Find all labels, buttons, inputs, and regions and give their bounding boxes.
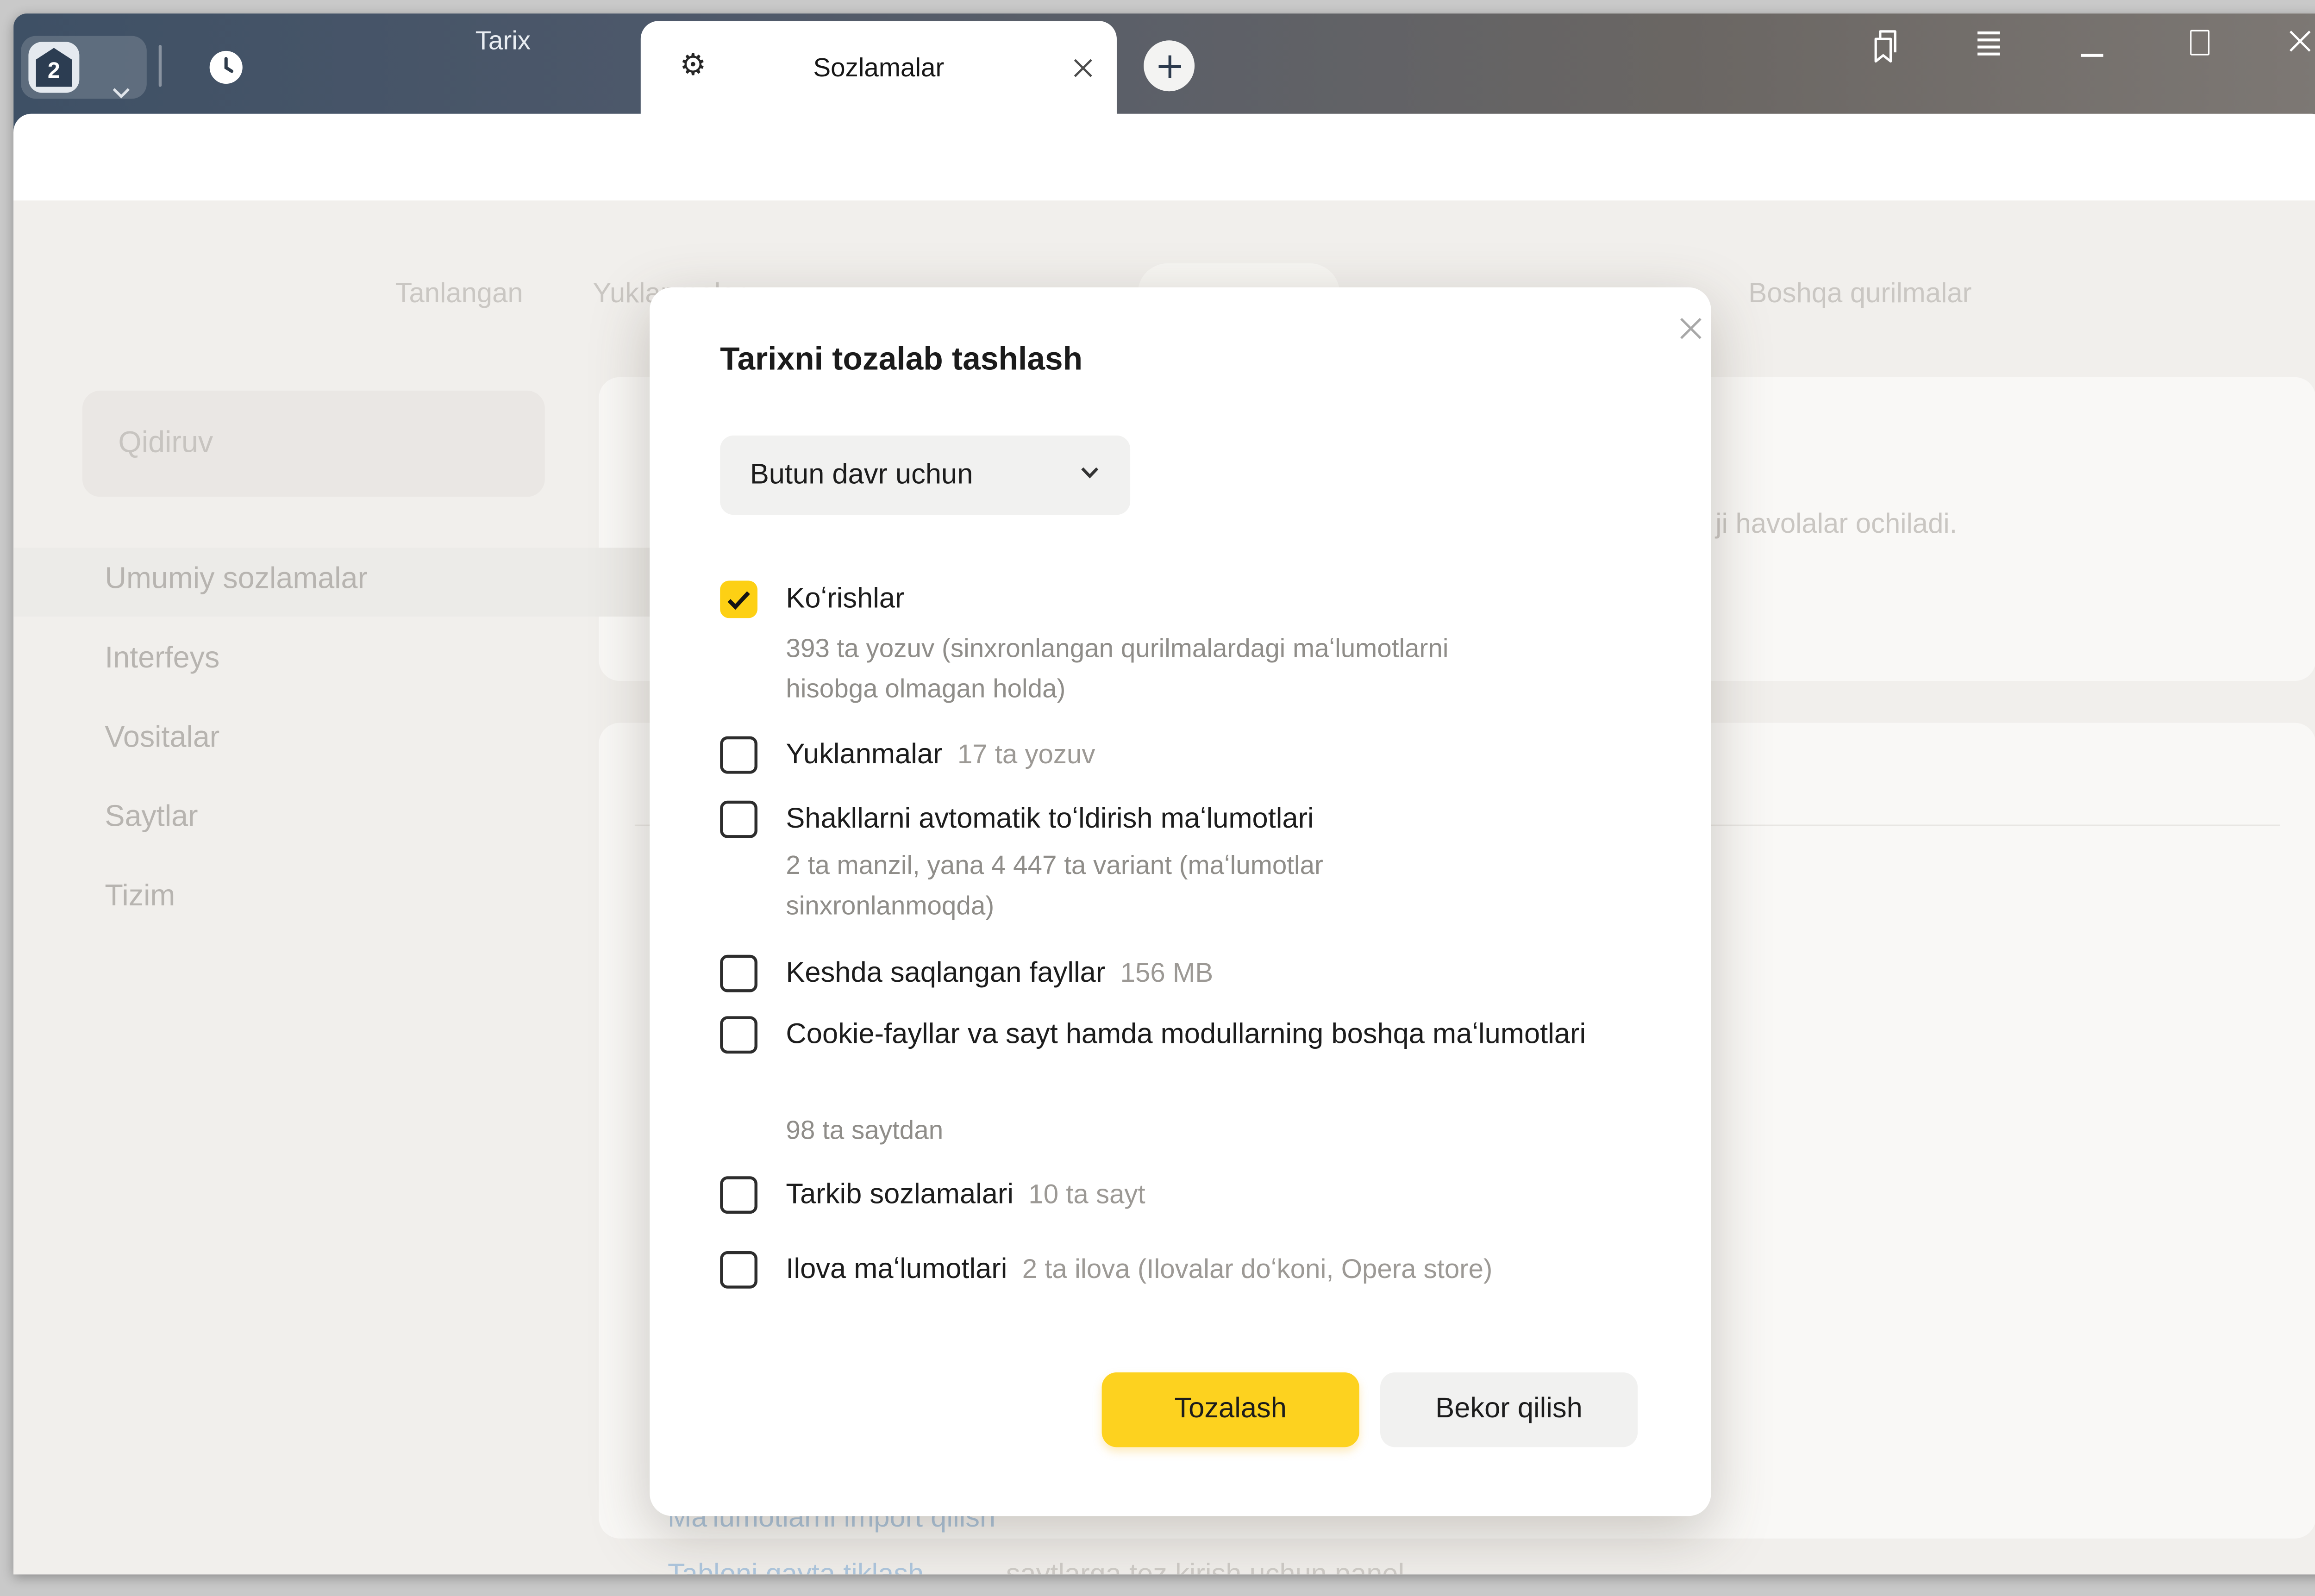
plus-icon — [1157, 53, 1182, 79]
checkbox-count: 156 MB — [1120, 958, 1214, 988]
checkbox-subtext: 393 ta yozuv (sinxronlangan qurilmalarda… — [786, 629, 1489, 710]
new-tab-button[interactable] — [1144, 40, 1195, 91]
window-close-button[interactable] — [2287, 28, 2313, 54]
search-input[interactable] — [82, 391, 545, 497]
checkbox-count: 10 ta sayt — [1028, 1179, 1145, 1209]
settings-search — [82, 391, 545, 497]
profile-button[interactable]: 2 — [21, 36, 147, 99]
checkbox-unchecked[interactable] — [720, 1016, 757, 1054]
checkbox-count: 17 ta yozuv — [957, 739, 1095, 769]
checkbox-unchecked[interactable] — [720, 801, 757, 838]
clear-history-dialog: Tarixni tozalab tashlash Butun davr uchu… — [650, 287, 1711, 1516]
checkbox-subtext: 98 ta saytdan — [786, 1110, 943, 1151]
checkbox-label: Yuklanmalar17 ta yozuv — [786, 736, 1095, 774]
checkmark-icon — [726, 589, 751, 610]
sidebar-item-umumiy[interactable]: Umumiy sozlamalar — [105, 563, 368, 597]
restore-tableau-link[interactable]: Tabloni qayta tiklash — [668, 1559, 924, 1574]
checkbox-row-kesh[interactable]: Keshda saqlangan fayllar156 MB — [720, 955, 1213, 992]
checkbox-checked[interactable] — [720, 580, 757, 618]
checkbox-label: Keshda saqlangan fayllar156 MB — [786, 955, 1213, 992]
checkbox-label: Ilova maʻlumotlari2 ta ilova (Ilovalar d… — [786, 1251, 1492, 1289]
clock-icon — [206, 48, 245, 87]
menu-icon[interactable] — [1975, 30, 2003, 57]
checkbox-row-korishlar[interactable]: Koʻrishlar — [720, 580, 904, 618]
checkbox-row-yuklanmalar[interactable]: Yuklanmalar17 ta yozuv — [720, 736, 1095, 774]
restore-tableau-hint: saytlarga tez kirish uchun panel — [1006, 1559, 1405, 1574]
checkbox-label: Koʻrishlar — [786, 580, 904, 618]
sidebar-item-interfeys[interactable]: Interfeys — [105, 642, 219, 676]
tab-settings-label: Sozlamalar — [641, 52, 1117, 84]
toolbar: Я Y settings Sozlamalar — [13, 114, 2315, 201]
checkbox-unchecked[interactable] — [720, 736, 757, 774]
checkbox-label: Shakllarni avtomatik toʻldirish maʻlumot… — [786, 801, 1314, 838]
clear-button[interactable]: Tozalash — [1102, 1372, 1359, 1447]
tab-close-icon[interactable] — [1072, 57, 1094, 79]
tab-history-label: Tarix — [383, 25, 623, 57]
checkbox-row-tarkib[interactable]: Tarkib sozlamalari10 ta sayt — [720, 1176, 1145, 1214]
sidebar-item-tizim[interactable]: Tizim — [105, 880, 175, 914]
checkbox-label: Cookie-fayllar va sayt hamda modullarnin… — [786, 1016, 1602, 1054]
checkbox-row-ilova[interactable]: Ilova maʻlumotlari2 ta ilova (Ilovalar d… — [720, 1251, 1492, 1289]
background-setting-text: ji havolalar ochiladi. — [1715, 507, 1957, 540]
close-icon — [1677, 315, 1703, 341]
tab-history[interactable]: Tarix — [175, 25, 632, 112]
period-select[interactable]: Butun davr uchun — [720, 436, 1130, 515]
dialog-title: Tarixni tozalab tashlash — [720, 341, 1082, 379]
checkbox-subtext: 2 ta manzil, yana 4 447 ta variant (maʻl… — [786, 846, 1384, 927]
checkbox-unchecked[interactable] — [720, 1251, 757, 1289]
chevron-down-icon — [1079, 466, 1100, 480]
dialog-close-button[interactable] — [1671, 308, 1709, 347]
bookmarks-panel-icon[interactable] — [1868, 27, 1904, 66]
period-value: Butun davr uchun — [720, 459, 973, 492]
profile-avatar: 2 — [28, 42, 79, 93]
checkbox-row-cookie[interactable]: Cookie-fayllar va sayt hamda modullarnin… — [720, 1016, 1602, 1054]
checkbox-label: Tarkib sozlamalari10 ta sayt — [786, 1176, 1145, 1214]
nav-item-boshqa-qurilmalar[interactable]: Boshqa qurilmalar — [1748, 277, 1971, 310]
chevron-down-icon — [111, 85, 131, 100]
sidebar-item-saytlar[interactable]: Saytlar — [105, 801, 198, 835]
nav-item-tanlangan[interactable]: Tanlangan — [395, 277, 523, 310]
tabbar-divider — [159, 45, 162, 87]
screen: 2 Tarix ⚙ Sozlamalar — [0, 0, 2315, 1596]
checkbox-unchecked[interactable] — [720, 1176, 757, 1214]
checkbox-count: 2 ta ilova (Ilovalar doʻkoni, Opera stor… — [1022, 1254, 1493, 1284]
minimize-button[interactable] — [2081, 54, 2103, 56]
cancel-button[interactable]: Bekor qilish — [1380, 1372, 1638, 1447]
checkbox-row-shakllar[interactable]: Shakllarni avtomatik toʻldirish maʻlumot… — [720, 801, 1314, 838]
profile-badge: 2 — [36, 48, 72, 87]
checkbox-unchecked[interactable] — [720, 955, 757, 992]
browser-window: 2 Tarix ⚙ Sozlamalar — [13, 13, 2315, 1574]
sidebar-item-vositalar[interactable]: Vositalar — [105, 721, 219, 755]
maximize-button[interactable] — [2190, 30, 2209, 56]
